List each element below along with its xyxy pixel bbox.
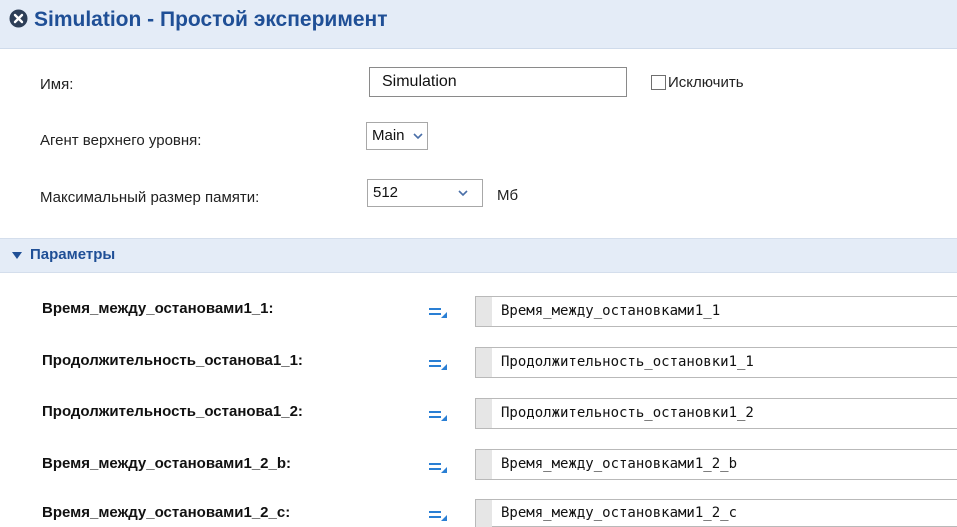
memory-value: 512 (373, 184, 399, 201)
param-label: Продолжительность_останова1_2: (42, 403, 303, 420)
param-value: Продолжительность_остановки1_1 (501, 354, 754, 370)
name-input[interactable]: Simulation (369, 67, 627, 97)
param-type-stub (476, 297, 492, 326)
close-icon[interactable] (9, 9, 28, 28)
param-value-field[interactable]: Время_между_остановками1_2_c (475, 499, 957, 527)
parameters-section-header[interactable]: Параметры (0, 238, 957, 273)
equals-icon[interactable] (428, 305, 448, 319)
top-agent-label: Агент верхнего уровня: (40, 132, 202, 149)
param-type-stub (476, 399, 492, 428)
param-value: Время_между_остановками1_2_b (501, 456, 738, 472)
param-label: Время_между_остановами1_2_c: (42, 504, 291, 521)
param-value-field[interactable]: Продолжительность_остановки1_2 (475, 398, 957, 429)
title-bar: Simulation - Простой эксперимент (0, 0, 957, 49)
param-value-field[interactable]: Время_между_остановками1_2_b (475, 449, 957, 480)
param-label: Продолжительность_останова1_1: (42, 352, 303, 369)
equals-icon[interactable] (428, 508, 448, 522)
window-title: Simulation - Простой эксперимент (34, 8, 388, 31)
param-value: Продолжительность_остановки1_2 (501, 405, 754, 421)
chevron-down-icon (413, 133, 423, 140)
param-value: Время_между_остановками1_2_c (501, 505, 738, 521)
param-label: Время_между_остановами1_1: (42, 300, 274, 317)
collapse-triangle-icon[interactable] (12, 252, 22, 260)
chevron-down-icon (458, 190, 468, 197)
exclude-checkbox[interactable] (651, 75, 666, 90)
exclude-label[interactable]: Исключить (668, 74, 744, 91)
name-label: Имя: (40, 76, 74, 93)
equals-icon[interactable] (428, 357, 448, 371)
memory-unit: Мб (497, 187, 519, 204)
top-agent-dropdown[interactable]: Main (366, 122, 428, 150)
param-type-stub (476, 500, 492, 527)
param-value: Время_между_остановками1_1 (501, 303, 721, 319)
equals-icon[interactable] (428, 408, 448, 422)
equals-icon[interactable] (428, 460, 448, 474)
param-type-stub (476, 348, 492, 377)
param-type-stub (476, 450, 492, 479)
top-agent-value: Main (372, 127, 405, 144)
memory-label: Максимальный размер памяти: (40, 189, 260, 206)
param-label: Время_между_остановами1_2_b: (42, 455, 292, 472)
param-value-field[interactable]: Продолжительность_остановки1_1 (475, 347, 957, 378)
param-value-field[interactable]: Время_между_остановками1_1 (475, 296, 957, 327)
memory-dropdown[interactable]: 512 (367, 179, 483, 207)
parameters-title: Параметры (30, 246, 116, 263)
